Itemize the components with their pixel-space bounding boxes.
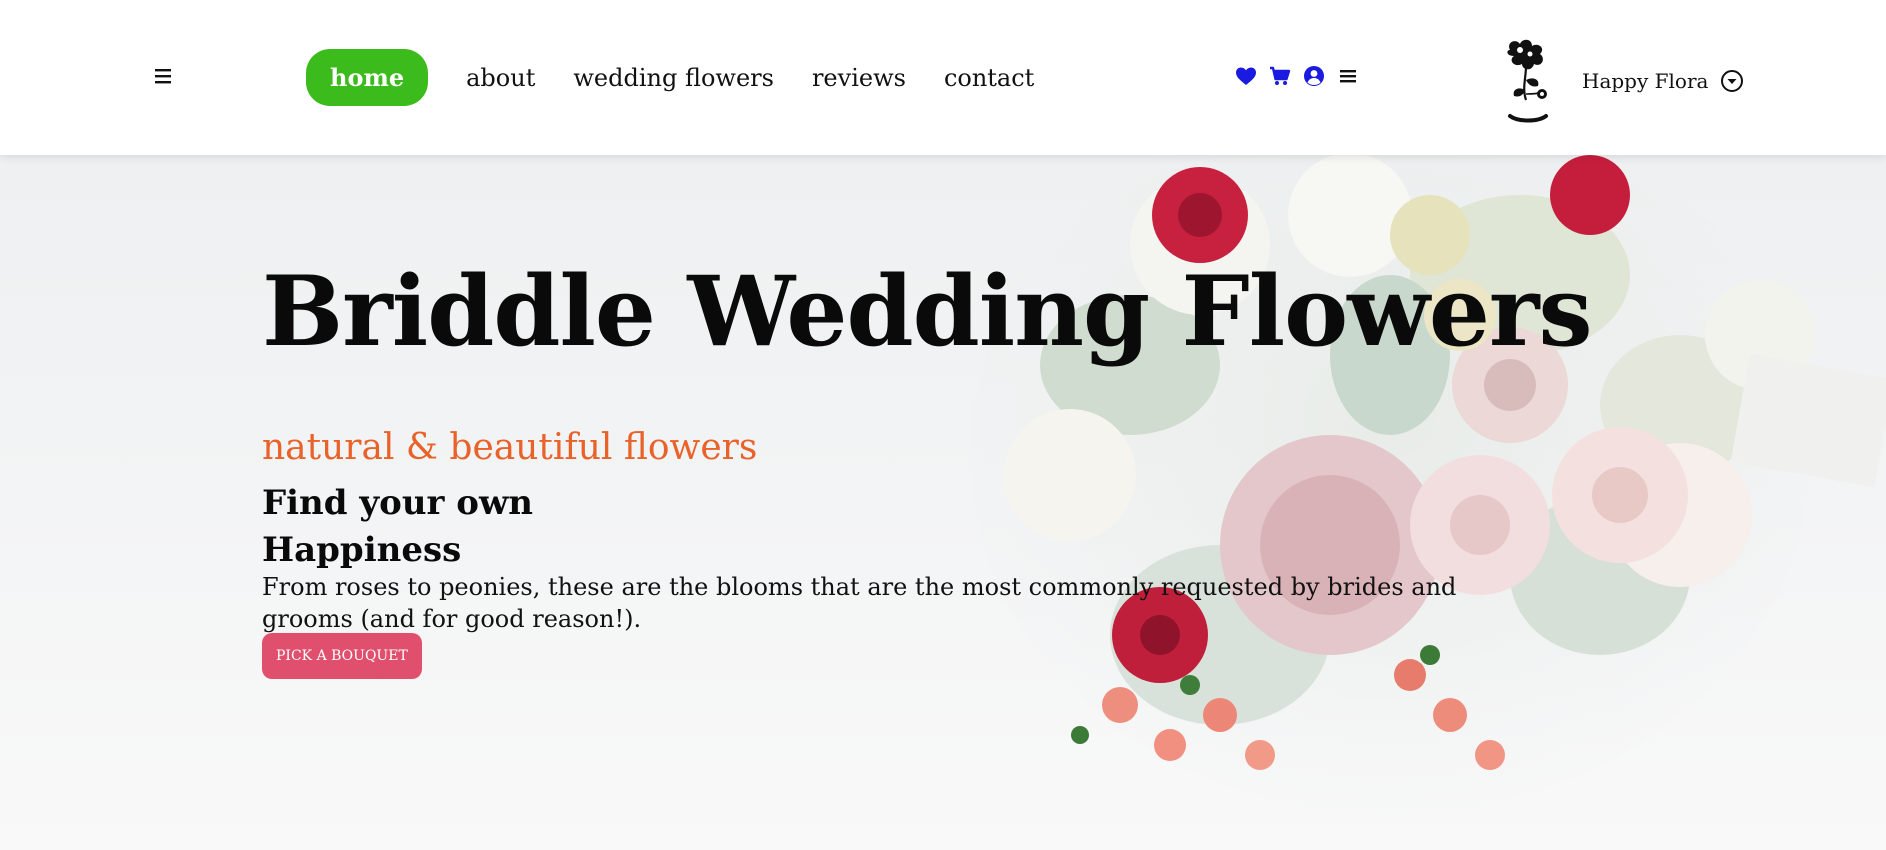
user-circle-icon[interactable] [1302, 64, 1326, 88]
pick-a-bouquet-button[interactable]: PICK A BOUQUET [262, 633, 422, 679]
hero-subtitle-line1: Find your own [262, 483, 533, 523]
brand-name: Happy Flora [1582, 69, 1709, 93]
nav-reviews[interactable]: reviews [812, 64, 906, 92]
hamburger-menu-icon[interactable] [152, 66, 176, 86]
nav-about[interactable]: about [466, 64, 535, 92]
menu-icon[interactable] [1336, 64, 1360, 88]
heart-icon[interactable] [1234, 64, 1258, 88]
nav-contact[interactable]: contact [944, 64, 1034, 92]
nav-wedding-flowers[interactable]: wedding flowers [573, 64, 774, 92]
flower-vase-logo [1507, 39, 1548, 123]
hero-tagline: natural & beautiful flowers [262, 427, 758, 468]
site-header: home about wedding flowers reviews conta… [0, 0, 1886, 155]
chevron-down-circle-icon[interactable] [1720, 69, 1744, 93]
brand[interactable]: Happy Flora [1496, 36, 1744, 126]
hero-section: Briddle Wedding Flowers natural & beauti… [0, 155, 1886, 850]
hero-subtitle: Find your own Happiness [262, 480, 582, 574]
cart-icon[interactable] [1268, 64, 1292, 88]
hero-title: Briddle Wedding Flowers [262, 255, 1593, 368]
nav-home[interactable]: home [306, 49, 429, 106]
hero-subtitle-line2: Happiness [262, 530, 462, 570]
header-icons [1234, 64, 1360, 88]
hero-description: From roses to peonies, these are the blo… [262, 573, 1457, 633]
main-nav: home about wedding flowers reviews conta… [306, 49, 1072, 106]
